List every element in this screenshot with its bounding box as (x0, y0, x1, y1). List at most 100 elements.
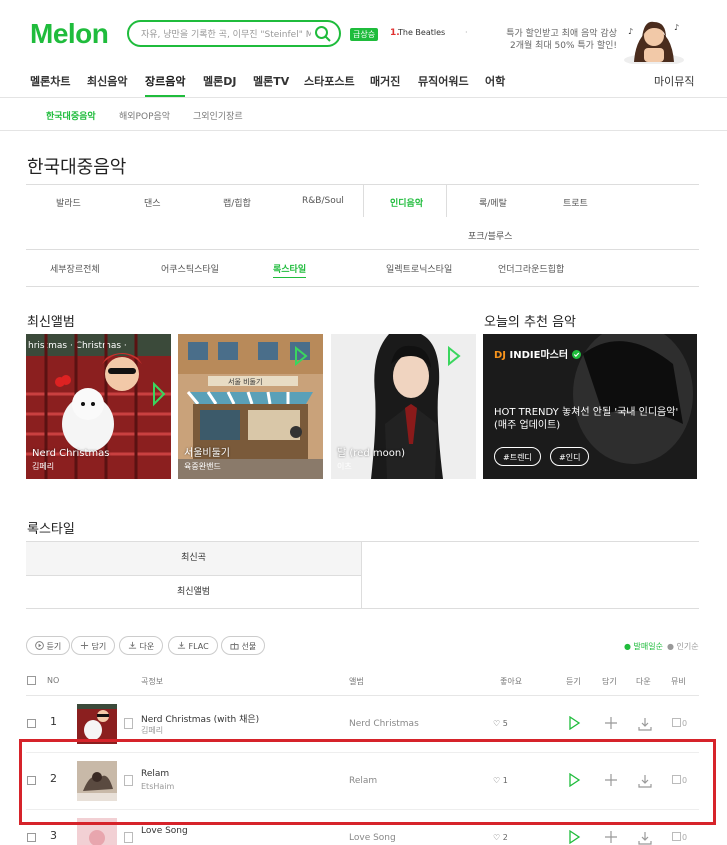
song-title[interactable]: Love Song (141, 826, 188, 836)
header-listen: 듣기 (566, 677, 581, 686)
gift-button[interactable]: 선물 (221, 636, 266, 655)
song-info-icon[interactable] (124, 832, 133, 843)
nav-item-mymusic[interactable]: 마이뮤직 (654, 73, 694, 89)
sort-popular-label: 인기순 (676, 642, 699, 651)
detail-rock-style[interactable]: 록스타일 (273, 262, 307, 278)
song-artist[interactable]: 김페리 (141, 725, 163, 736)
search-input[interactable]: 자유, 냥만을 기록한 곡, 이무진 "Steinfel" MV (141, 27, 311, 40)
promo-line-2: 2개월 최대 50% 특가 할인! (509, 41, 617, 51)
play-icon[interactable] (567, 716, 581, 730)
genre-ballad[interactable]: 발라드 (56, 196, 81, 209)
header-no: NO (47, 676, 60, 685)
verified-icon (571, 350, 581, 359)
recommend-title: 오늘의 추천 음악 (484, 315, 576, 330)
subnav-other[interactable]: 그외인기장르 (193, 109, 243, 122)
genre-rock[interactable]: 록/메탈 (479, 196, 507, 209)
nav-item-new[interactable]: 최신음악 (87, 73, 127, 89)
genre-trot[interactable]: 트로트 (563, 196, 588, 209)
mv-count: 0 (682, 833, 688, 842)
nav-item-magazine[interactable]: 매거진 (370, 73, 400, 89)
promo-character-icon[interactable]: ♪ ♪ (620, 14, 688, 64)
genre-subnav: 한국대중음악 해외POP음악 그외인기장르 (0, 99, 727, 131)
flac-label: FLAC (188, 642, 209, 651)
search-box[interactable]: 자유, 냥만을 기록한 곡, 이무진 "Steinfel" MV (127, 20, 341, 47)
detail-underground[interactable]: 언더그라운드힙합 (498, 262, 564, 275)
nav-item-genre[interactable]: 장르음악 (145, 73, 186, 97)
genre-dance[interactable]: 댄스 (144, 196, 161, 209)
song-album[interactable]: Nerd Christmas (349, 719, 419, 729)
select-all-checkbox[interactable] (27, 676, 36, 685)
nav-item-award[interactable]: 뮤직어워드 (418, 73, 469, 89)
download-button[interactable]: 다운 (119, 636, 164, 655)
genre-indie[interactable]: 인디음악 (390, 196, 423, 209)
song-title[interactable]: Nerd Christmas (with 채은) (141, 712, 259, 725)
play-icon[interactable] (567, 830, 581, 844)
nav-item-chart[interactable]: 멜론차트 (30, 73, 70, 89)
tab-new-albums[interactable]: 최신앨범 (26, 575, 362, 608)
album-card-1[interactable]: hristmas · Christmas · Nerd Christmas 김페… (26, 334, 171, 479)
tab-new-songs[interactable]: 최신곡 (26, 542, 362, 575)
album-artist-3[interactable]: 이츠 (337, 461, 352, 472)
detail-electronic[interactable]: 일렉트로닉스타일 (386, 262, 452, 275)
row-checkbox[interactable] (27, 833, 36, 842)
section-title: 록스타일 (27, 522, 75, 537)
download-icon (128, 641, 137, 649)
recommend-card[interactable]: DJ INDIE마스터 HOT TRENDY 놓쳐선 안될 '국내 인디음악' … (483, 334, 697, 479)
recommend-text[interactable]: HOT TRENDY 놓쳐선 안될 '국내 인디음악' (매주 업데이트) (494, 406, 689, 432)
svg-text:♪: ♪ (628, 27, 633, 36)
row-album-thumb[interactable] (77, 704, 117, 744)
add-button[interactable]: 담기 (71, 636, 116, 655)
tag-trendy[interactable]: #트렌디 (494, 447, 541, 466)
flac-button[interactable]: FLAC (168, 636, 218, 655)
rising-badge: 급상승 (350, 28, 379, 41)
download-icon[interactable] (637, 830, 653, 845)
promo-text[interactable]: 특가 할인받고 최애 음악 감상 2개월 최대 50% 특가 할인! (497, 28, 617, 52)
like-button[interactable]: ♡ 2 (493, 833, 508, 842)
album-artist-2[interactable]: 육중완밴드 (184, 461, 221, 472)
detail-acoustic[interactable]: 어쿠스틱스타일 (161, 262, 219, 275)
tag-indie[interactable]: #인디 (550, 447, 590, 466)
album-card-3[interactable]: 달 (red moon) 이츠 (331, 334, 476, 479)
album-title-2[interactable]: 서울비둘기 (184, 444, 230, 459)
search-icon[interactable] (314, 25, 332, 43)
subnav-korean[interactable]: 한국대중음악 (46, 109, 96, 122)
genre-folk[interactable]: 포크/블루스 (468, 229, 512, 242)
album-card-2[interactable]: 서울 비둘기 서울비둘기 육중완밴드 (178, 334, 323, 479)
album-title-1[interactable]: Nerd Christmas (32, 448, 110, 459)
rising-dot: · (465, 28, 468, 37)
mv-button[interactable]: 0 (672, 832, 687, 842)
promo-line-1: 특가 할인받고 최애 음악 감상 (506, 29, 617, 39)
listen-button[interactable]: 듣기 (26, 636, 71, 655)
detail-all[interactable]: 세부장르전체 (50, 262, 100, 275)
flac-download-icon (177, 641, 186, 649)
add-icon[interactable] (604, 830, 618, 844)
album-artist-1[interactable]: 김페리 (32, 461, 54, 472)
gift-icon (230, 642, 239, 650)
sort-popular[interactable]: ● 인기순 (667, 641, 699, 652)
album-title-3[interactable]: 달 (red moon) (337, 444, 405, 459)
like-button[interactable]: ♡ 5 (493, 719, 508, 728)
song-album[interactable]: Love Song (349, 833, 396, 843)
header-album: 앨범 (349, 677, 364, 686)
listen-label: 듣기 (46, 642, 62, 651)
mv-button[interactable]: 0 (672, 718, 687, 728)
row-checkbox[interactable] (27, 719, 36, 728)
recommend-dj[interactable]: DJ INDIE마스터 (494, 346, 581, 361)
song-info-icon[interactable] (124, 718, 133, 729)
melon-logo[interactable]: Melon (30, 18, 109, 50)
genre-rnb[interactable]: R&B/Soul (302, 196, 344, 206)
nav-item-dj[interactable]: 멜론DJ (203, 73, 236, 89)
nav-item-language[interactable]: 어학 (485, 73, 505, 89)
genre-hiphop[interactable]: 랩/힙합 (223, 196, 251, 209)
rising-title[interactable]: The Beatles (398, 28, 445, 37)
sort-release[interactable]: ● 발매일순 (624, 641, 663, 652)
nav-item-tv[interactable]: 멜론TV (253, 73, 289, 89)
download-icon[interactable] (637, 716, 653, 732)
svg-text:♪: ♪ (674, 23, 679, 32)
subnav-pop[interactable]: 해외POP음악 (119, 109, 170, 122)
header-add: 담기 (602, 677, 617, 686)
add-icon[interactable] (604, 716, 618, 730)
mv-count: 0 (682, 719, 688, 728)
gift-label: 선물 (241, 642, 257, 651)
nav-item-starpost[interactable]: 스타포스트 (304, 73, 355, 89)
